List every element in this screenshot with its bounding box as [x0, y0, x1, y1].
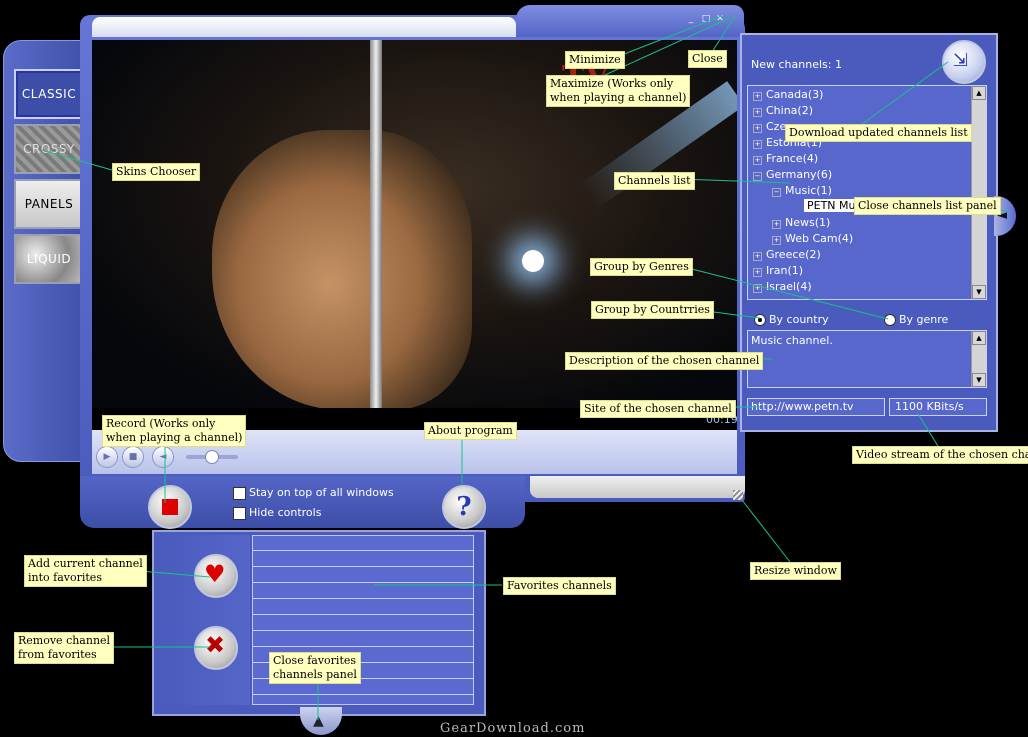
annotation-download: Download updated channels list — [785, 124, 972, 142]
annotation-skins: Skins Chooser — [112, 163, 201, 181]
annotation-maximize: Maximize (Works only when playing a chann… — [546, 75, 691, 107]
annotation-line — [679, 178, 791, 184]
annotation-line-2: channels panel — [273, 668, 357, 681]
watermark: GearDownload.com — [440, 721, 586, 736]
annotation-add-favorite: Add current channel into favorites — [24, 555, 147, 587]
annotation-group-countries: Group by Countrries — [591, 301, 714, 319]
annotation-record: Record (Works only when playing a channel… — [102, 415, 247, 447]
annotation-line-1: Record (Works only — [106, 417, 216, 430]
annotation-line-1: Remove channel — [18, 634, 111, 647]
annotation-video-stream: Video stream of the chosen channel — [852, 446, 1028, 464]
annotation-channels-list: Channels list — [614, 172, 695, 190]
annotation-line-1: Add current channel — [28, 557, 143, 570]
annotation-description: Description of the chosen channel — [565, 352, 764, 370]
annotation-close-favorites: Close favorites channels panel — [269, 652, 361, 684]
annotation-line — [741, 499, 791, 563]
annotation-line-2: from favorites — [18, 648, 97, 661]
annotation-line-1: Close favorites — [273, 654, 357, 667]
annotation-site: Site of the chosen channel — [580, 400, 736, 418]
annotation-line — [861, 61, 949, 125]
annotation-line-2: into favorites — [28, 571, 102, 584]
annotation-resize: Resize window — [750, 562, 841, 580]
annotation-minimize: Minimize — [565, 51, 625, 69]
annotation-about: About program — [424, 422, 517, 440]
annotation-line — [917, 413, 939, 447]
annotation-favorites: Favorites channels — [503, 577, 616, 595]
annotation-close-channels: Close channels list panel — [854, 197, 1001, 215]
annotation-line-2: when playing a channel) — [106, 431, 243, 444]
annotation-line-1: Maximize (Works only — [550, 77, 674, 90]
annotation-group-genres: Group by Genres — [590, 258, 693, 276]
annotation-lines — [41, 15, 1011, 720]
annotation-close: Close — [688, 50, 727, 68]
annotation-remove-favorite: Remove channel from favorites — [14, 632, 115, 664]
annotation-line-2: when playing a channel) — [550, 91, 687, 104]
annotation-line — [41, 149, 113, 171]
